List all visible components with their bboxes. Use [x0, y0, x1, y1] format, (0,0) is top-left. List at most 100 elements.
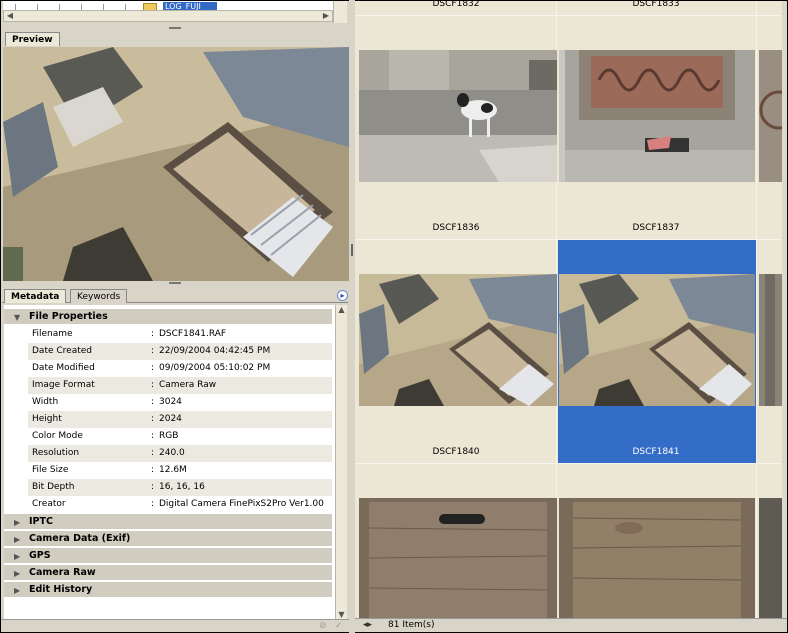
tab-metadata[interactable]: Metadata — [4, 289, 67, 303]
metadata-value: 16, 16, 16 — [159, 482, 205, 492]
thumbnail-wood-1[interactable] — [359, 498, 557, 618]
left-panel-column: LOG_FUJI ◀ ▶ Preview Metadata Keywords ▸… — [1, 1, 349, 632]
metadata-row: Bit Depth:16, 16, 16 — [28, 479, 332, 496]
left-status-bar: ⊘ ✓ — [1, 619, 349, 632]
section-gps[interactable]: ▶ GPS — [4, 548, 332, 564]
section-label: Camera Data (Exif) — [29, 533, 131, 544]
metadata-key: Filename — [32, 329, 73, 339]
section-camera-raw[interactable]: ▶ Camera Raw — [4, 565, 332, 581]
separator: : — [151, 397, 155, 407]
metadata-key: Height — [32, 414, 62, 424]
metadata-value: 240.0 — [159, 448, 185, 458]
pane-resize-handle[interactable] — [169, 27, 181, 29]
thumbnail-caption[interactable]: DSCF1837 — [557, 222, 755, 234]
section-label: IPTC — [29, 516, 53, 527]
thumbnail-wood-2[interactable] — [559, 498, 755, 618]
checkmark-icon: ✓ — [335, 621, 343, 631]
expanded-triangle-icon[interactable]: ▼ — [14, 313, 20, 322]
thumbnail-dscf1841[interactable] — [559, 274, 755, 406]
section-label: GPS — [29, 550, 51, 561]
thumbnail-caption-selected[interactable]: DSCF1841 — [557, 446, 755, 458]
grid-divider — [355, 463, 782, 464]
section-camera-data-exif[interactable]: ▶ Camera Data (Exif) — [4, 531, 332, 547]
separator: : — [151, 329, 155, 339]
section-label: Camera Raw — [29, 567, 96, 578]
metadata-row: Date Created:22/09/2004 04:42:45 PM — [28, 343, 332, 360]
thumbnail-dscf1836[interactable] — [359, 50, 557, 182]
metadata-value: DSCF1841.RAF — [159, 329, 227, 339]
metadata-key: Date Modified — [32, 363, 95, 373]
panel-toggle-icon[interactable]: ◂▸ — [363, 619, 372, 632]
tab-preview[interactable]: Preview — [5, 32, 60, 46]
scroll-right-icon[interactable]: ▶ — [320, 11, 332, 21]
thumbnail-caption[interactable]: DSCF1832 — [357, 1, 555, 10]
collapsed-triangle-icon[interactable]: ▶ — [14, 552, 20, 561]
metadata-value: RGB — [159, 431, 179, 441]
metadata-row: Image Format: Camera Raw — [28, 377, 332, 394]
grid-divider — [355, 15, 782, 16]
collapsed-triangle-icon[interactable]: ▶ — [14, 569, 20, 578]
thumbnail-partial[interactable] — [759, 50, 782, 182]
metadata-row: Date Modified:09/09/2004 05:10:02 PM — [28, 360, 332, 377]
thumbnail-caption[interactable]: DSCF1833 — [557, 1, 755, 10]
metadata-value: Camera Raw — [159, 380, 217, 390]
metadata-tab-bar: Metadata Keywords — [2, 288, 348, 303]
metadata-key: Color Mode — [32, 431, 83, 441]
item-count: 81 Item(s) — [388, 620, 435, 630]
separator: : — [151, 482, 155, 492]
section-label: Edit History — [29, 584, 93, 595]
metadata-key: Bit Depth — [32, 482, 75, 492]
metadata-key: Creator — [32, 499, 66, 509]
metadata-key: Image Format — [32, 380, 95, 390]
metadata-value: 2024 — [159, 414, 182, 424]
panel-menu-icon[interactable]: ▸ — [337, 290, 348, 301]
tree-vertical-scrollbar[interactable] — [333, 1, 347, 23]
separator: : — [151, 380, 155, 390]
thumbnail-caption[interactable]: DSCF1840 — [357, 446, 555, 458]
separator: : — [151, 465, 155, 475]
separator: : — [151, 363, 155, 373]
thumbnail-dscf1837[interactable] — [559, 50, 755, 182]
tree-horizontal-scrollbar[interactable]: ◀ ▶ — [3, 10, 333, 22]
collapsed-triangle-icon[interactable]: ▶ — [14, 535, 20, 544]
metadata-key: File Size — [32, 465, 69, 475]
section-label: File Properties — [29, 311, 108, 322]
metadata-panel: ▼ File Properties Filename: DSCF1841.RAF … — [4, 305, 347, 620]
section-iptc[interactable]: ▶ IPTC — [4, 514, 332, 530]
collapsed-triangle-icon[interactable]: ▶ — [14, 518, 20, 527]
metadata-value: 3024 — [159, 397, 182, 407]
tab-keywords[interactable]: Keywords — [70, 289, 128, 303]
separator: : — [151, 499, 155, 509]
thumbnail-partial[interactable] — [759, 274, 782, 406]
separator: : — [151, 448, 155, 458]
metadata-value: Digital Camera FinePixS2Pro Ver1.00 — [159, 499, 324, 509]
separator: : — [151, 346, 155, 356]
thumbnail-partial[interactable] — [759, 498, 782, 618]
separator: : — [151, 414, 155, 424]
scroll-up-icon[interactable]: ▲ — [336, 305, 347, 315]
preview-image — [3, 47, 349, 281]
metadata-value: 12.6M — [159, 465, 187, 475]
metadata-row: File Size:12.6M — [28, 462, 332, 479]
metadata-row: Filename: DSCF1841.RAF — [28, 326, 332, 343]
metadata-row: Creator: Digital Camera FinePixS2Pro Ver1… — [28, 496, 332, 513]
separator: : — [151, 431, 155, 441]
metadata-row: Width:3024 — [28, 394, 332, 411]
grid-vertical-scrollbar[interactable] — [782, 1, 787, 618]
section-file-properties[interactable]: ▼ File Properties — [4, 309, 332, 325]
status-bar: ◂▸ 81 Item(s) — [355, 618, 787, 632]
collapsed-triangle-icon[interactable]: ▶ — [14, 586, 20, 595]
section-edit-history[interactable]: ▶ Edit History — [4, 582, 332, 598]
metadata-key: Date Created — [32, 346, 92, 356]
thumbnail-caption[interactable]: DSCF1836 — [357, 222, 555, 234]
metadata-value: 09/09/2004 05:10:02 PM — [159, 363, 271, 373]
scroll-left-icon[interactable]: ◀ — [4, 11, 16, 21]
metadata-value: 22/09/2004 04:42:45 PM — [159, 346, 271, 356]
no-entry-icon: ⊘ — [319, 621, 327, 631]
metadata-row: Resolution:240.0 — [28, 445, 332, 462]
pane-resize-handle[interactable] — [169, 282, 181, 284]
metadata-vertical-scrollbar[interactable]: ▲ ▼ — [335, 305, 347, 620]
thumbnail-dscf1840[interactable] — [359, 274, 557, 406]
grid-divider — [756, 1, 757, 618]
metadata-row: Color Mode: RGB — [28, 428, 332, 445]
